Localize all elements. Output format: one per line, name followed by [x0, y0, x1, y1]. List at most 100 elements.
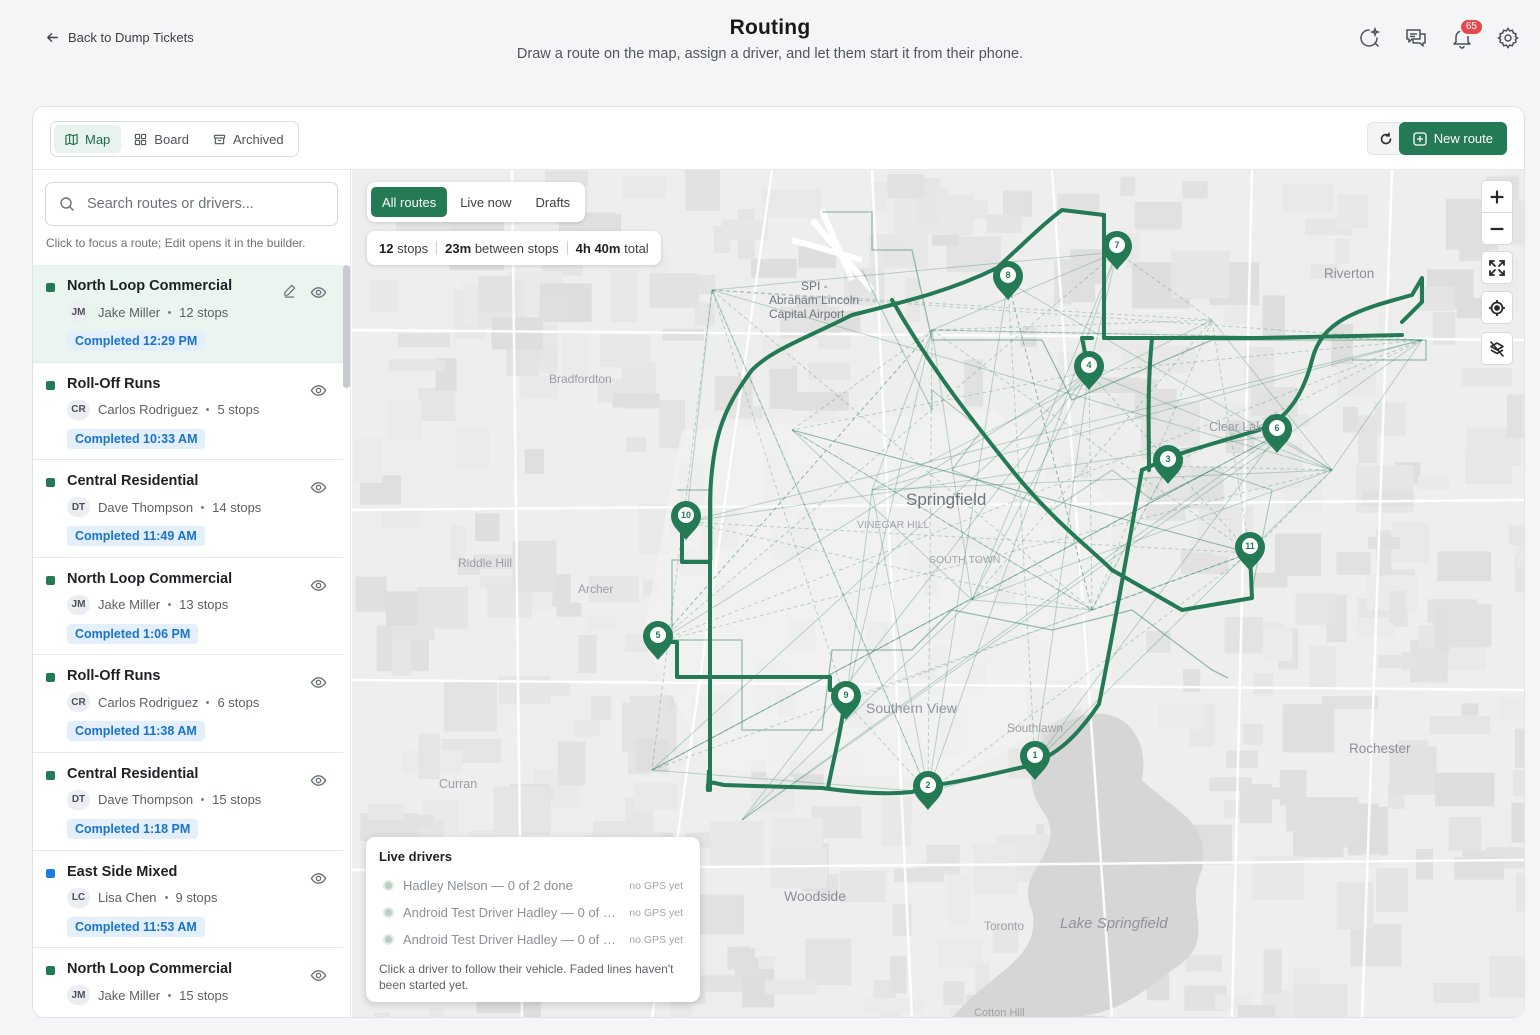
map-terrain-block — [455, 428, 490, 468]
map-terrain-block — [1358, 415, 1377, 463]
notifications-button[interactable]: 65 — [1450, 18, 1484, 50]
route-list-item[interactable]: Central Residential DT Dave Thompson 14 … — [33, 460, 343, 558]
driver-status-dot — [383, 907, 394, 918]
zoom-in-button[interactable] — [1481, 181, 1513, 212]
toggle-visibility-button[interactable] — [310, 674, 327, 691]
route-list-item[interactable]: East Side Mixed LC Lisa Chen 9 stops Com… — [33, 851, 343, 949]
route-list-item[interactable]: North Loop Commercial JM Jake Miller 15 … — [33, 948, 343, 1017]
new-route-button[interactable]: New route — [1398, 122, 1507, 155]
stop-number: 2 — [925, 780, 930, 790]
layers-control — [1481, 332, 1513, 365]
stop-count: 6 stops — [217, 694, 260, 710]
map-terrain-block — [1500, 698, 1524, 720]
map-label-curran: Curran — [439, 777, 478, 791]
toggle-visibility-button[interactable] — [310, 772, 327, 789]
driver-avatar: JM — [67, 302, 90, 322]
toggle-visibility-button[interactable] — [310, 382, 327, 399]
map-terrain-block — [1335, 238, 1350, 264]
gps-status: no GPS yet — [629, 933, 683, 946]
sidebar-scrollbar[interactable] — [343, 265, 350, 388]
map-terrain-block — [557, 741, 586, 786]
route-list-item[interactable]: Roll-Off Runs CR Carlos Rodriguez 6 stop… — [33, 655, 343, 753]
map-terrain-block — [649, 273, 699, 308]
map-terrain-block — [1433, 982, 1480, 1003]
map-terrain-block — [1262, 295, 1285, 339]
map-label-toronto: Toronto — [984, 919, 1025, 933]
live-driver-row[interactable]: Android Test Driver Hadley — 0 of 3 done… — [379, 926, 687, 953]
messages-button[interactable] — [1404, 26, 1428, 50]
tab-map[interactable]: Map — [54, 125, 122, 153]
map-terrain-block — [1376, 868, 1408, 912]
route-name: North Loop Commercial — [67, 961, 233, 978]
live-drivers-title: Live drivers — [379, 849, 452, 864]
toggle-visibility-button[interactable] — [310, 577, 327, 594]
map-terrain-block — [1158, 702, 1204, 730]
filter-live-now[interactable]: Live now — [449, 187, 522, 217]
live-drivers-footer: Click a driver to follow their vehicle. … — [379, 962, 674, 992]
route-list-item[interactable]: Roll-Off Runs CR Carlos Rodriguez 5 stop… — [33, 363, 343, 461]
toggle-visibility-button[interactable] — [310, 870, 327, 887]
map-terrain-block — [721, 219, 768, 240]
map-terrain-block — [1308, 646, 1337, 691]
stop-number: 1 — [1032, 750, 1037, 760]
route-name: North Loop Commercial — [67, 278, 233, 294]
map-terrain-block — [1429, 716, 1490, 735]
map-terrain-block — [1435, 772, 1495, 807]
live-driver-row[interactable]: Hadley Nelson — 0 of 2 done no GPS yet — [379, 872, 687, 899]
driver-name: Carlos Rodriguez — [98, 694, 199, 710]
map-terrain-block — [973, 843, 1018, 894]
zoom-out-button[interactable] — [1481, 213, 1513, 244]
route-color-dot — [46, 478, 55, 488]
map-terrain-block — [1282, 704, 1335, 753]
settings-button[interactable] — [1496, 26, 1520, 50]
map-label-rochester: Rochester — [1349, 741, 1411, 756]
map-terrain-block — [890, 956, 907, 994]
tab-board[interactable]: Board — [123, 125, 200, 153]
map-terrain-block — [622, 176, 666, 198]
map-label-cotton-hill: Cotton Hill — [974, 1007, 1025, 1017]
search-icon — [60, 197, 74, 211]
route-list-item[interactable]: North Loop Commercial JM Jake Miller 13 … — [33, 558, 343, 656]
map-terrain-block — [523, 806, 547, 821]
hide-layers-button[interactable] — [1481, 333, 1513, 364]
map-terrain-block — [418, 734, 440, 779]
status-badge: Completed 11:38 AM — [67, 721, 205, 742]
eye-icon — [310, 287, 327, 305]
map-terrain-block — [735, 948, 756, 978]
map-terrain-block — [1336, 882, 1374, 930]
route-map[interactable]: 1 2 3 4 5 6 7 8 9 10 11 All routes Live now Drafts… — [352, 170, 1524, 1017]
toggle-visibility-button[interactable] — [310, 479, 327, 496]
stop-count: 15 stops — [212, 792, 262, 808]
edit-route-button[interactable] — [282, 283, 297, 298]
route-color-dot — [46, 868, 55, 878]
status-badge: Completed 11:49 AM — [67, 526, 205, 547]
map-terrain-block — [1378, 655, 1419, 669]
ai-assist-button[interactable] — [1358, 26, 1382, 50]
map-terrain-block — [805, 938, 852, 985]
map-terrain-block — [887, 174, 925, 199]
toggle-visibility-button[interactable] — [310, 284, 327, 301]
fullscreen-button[interactable] — [1481, 252, 1513, 283]
gear-icon — [1497, 27, 1519, 49]
locate-control — [1481, 291, 1513, 324]
live-driver-row[interactable]: Android Test Driver Hadley — 0 of 3 done… — [379, 899, 687, 926]
map-terrain-block — [417, 587, 469, 629]
route-list-item[interactable]: North Loop Commercial JM Jake Miller 12 … — [33, 265, 343, 363]
map-terrain-block — [1336, 552, 1371, 575]
map-terrain-block — [764, 979, 817, 995]
stop-count: 12 stops — [179, 304, 229, 320]
map-terrain-block — [387, 400, 422, 440]
filter-drafts[interactable]: Drafts — [525, 187, 582, 217]
map-terrain-block — [964, 359, 983, 407]
search-input[interactable] — [87, 196, 307, 212]
toggle-visibility-button[interactable] — [310, 967, 327, 984]
search-box[interactable] — [45, 182, 338, 226]
map-terrain-block — [1465, 449, 1512, 484]
filter-all-routes[interactable]: All routes — [371, 187, 448, 217]
map-terrain-block — [709, 820, 764, 869]
map-terrain-block — [539, 297, 569, 319]
route-list-item[interactable]: Central Residential DT Dave Thompson 15 … — [33, 753, 343, 851]
map-terrain-block — [986, 214, 1022, 233]
tab-archived[interactable]: Archived — [202, 125, 295, 153]
locate-button[interactable] — [1481, 292, 1513, 323]
